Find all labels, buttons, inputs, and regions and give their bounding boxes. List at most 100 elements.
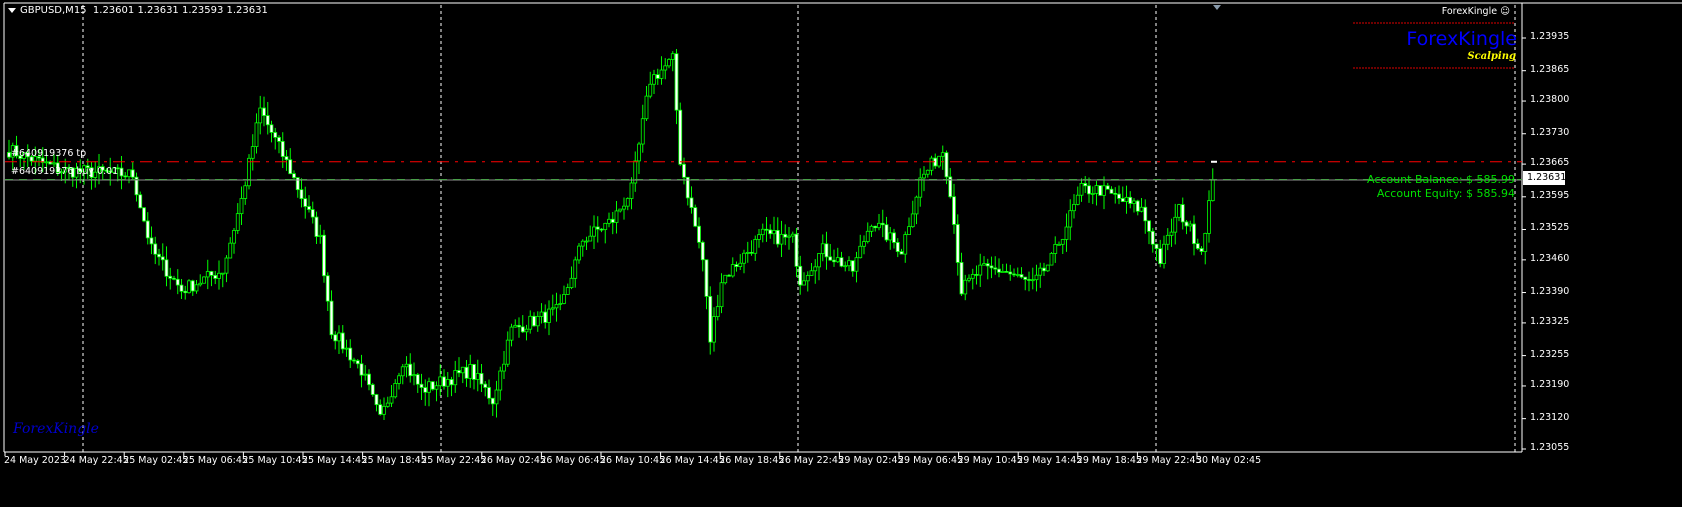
candle-body bbox=[280, 141, 285, 157]
candle-body bbox=[164, 259, 169, 277]
candle-body bbox=[1045, 264, 1050, 272]
candle-body bbox=[895, 242, 900, 252]
candle-body bbox=[903, 234, 908, 255]
candle-body bbox=[993, 267, 998, 270]
candle-body bbox=[1094, 185, 1099, 194]
logo-forexkingle: ForexKingle bbox=[1406, 28, 1517, 50]
candle-body bbox=[393, 383, 398, 398]
candle-body bbox=[697, 225, 701, 243]
candle-body bbox=[325, 275, 330, 302]
candle-body bbox=[599, 228, 604, 231]
candle-body bbox=[205, 271, 210, 278]
candle-body bbox=[179, 284, 184, 292]
candle-body bbox=[468, 364, 473, 379]
candle-body bbox=[119, 167, 124, 177]
candle-body bbox=[250, 146, 255, 159]
candle-body bbox=[955, 224, 960, 263]
candle-body bbox=[337, 332, 341, 342]
candle-body bbox=[700, 241, 705, 261]
candle-body bbox=[1008, 271, 1013, 275]
candle-body bbox=[333, 334, 338, 342]
candle-body bbox=[1113, 192, 1118, 195]
candle-body bbox=[723, 274, 728, 284]
tp-order-label: #640919376 tp bbox=[11, 148, 87, 159]
candle-body bbox=[580, 240, 585, 247]
candle-body bbox=[850, 260, 855, 272]
candle-body bbox=[592, 226, 596, 237]
candle-body bbox=[487, 387, 491, 399]
candle-body bbox=[963, 279, 968, 295]
candle-body bbox=[453, 370, 458, 386]
time-tick-label: 25 May 10:45 bbox=[242, 455, 308, 466]
logo-scalping: Scalping bbox=[1467, 51, 1516, 62]
candle-body bbox=[550, 307, 555, 310]
price-tick-label: 1.23190 bbox=[1530, 378, 1570, 390]
candle-body bbox=[768, 229, 773, 235]
candle-body bbox=[862, 241, 866, 247]
candle-body bbox=[438, 376, 443, 387]
candle-body bbox=[1012, 273, 1016, 276]
candle-body bbox=[854, 257, 859, 272]
candle-body bbox=[498, 370, 503, 391]
time-tick-label: 26 May 18:45 bbox=[719, 455, 785, 466]
candle-body bbox=[985, 263, 990, 267]
candle-body bbox=[1060, 239, 1065, 245]
candle-body bbox=[682, 163, 686, 178]
candle-body bbox=[1203, 232, 1208, 252]
candle-body bbox=[1023, 276, 1028, 280]
time-tick-label: 25 May 06:45 bbox=[182, 455, 248, 466]
account-equity: Account Equity: $ 585.94 bbox=[1376, 187, 1515, 200]
time-tick-label: 26 May 06:45 bbox=[540, 455, 606, 466]
candle-body bbox=[869, 225, 874, 232]
price-tick-label: 1.23120 bbox=[1530, 411, 1570, 423]
candle-body bbox=[918, 177, 923, 198]
candle-body bbox=[569, 277, 574, 288]
candle-body bbox=[858, 245, 863, 259]
candle-body bbox=[528, 315, 533, 330]
candle-body bbox=[940, 152, 945, 157]
time-tick-label: 29 May 06:45 bbox=[898, 455, 964, 466]
candle-body bbox=[183, 290, 188, 294]
candle-body bbox=[457, 370, 461, 374]
candle-body bbox=[198, 282, 203, 286]
candle-body bbox=[464, 366, 469, 379]
candle-body bbox=[558, 303, 563, 305]
candle-body bbox=[374, 394, 379, 406]
candle-body bbox=[247, 157, 251, 187]
candle-body bbox=[1109, 188, 1114, 194]
candle-body bbox=[190, 280, 195, 292]
candle-body bbox=[138, 194, 143, 209]
smiley-icon[interactable]: ☺ bbox=[1500, 6, 1510, 17]
candle-body bbox=[1030, 279, 1035, 282]
candle-body bbox=[502, 363, 506, 372]
candle-body bbox=[944, 152, 949, 178]
dropdown-triangle-icon[interactable] bbox=[8, 7, 16, 13]
candle-body bbox=[952, 196, 956, 225]
candle-body bbox=[618, 208, 623, 212]
candle-body bbox=[907, 226, 911, 235]
candle-body bbox=[644, 95, 649, 120]
price-chart[interactable] bbox=[0, 0, 1682, 507]
candle-body bbox=[224, 257, 229, 274]
price-tick-label: 1.23255 bbox=[1530, 348, 1570, 360]
candle-body bbox=[1042, 267, 1046, 272]
indicator-name: ForexKingle ☺ bbox=[1441, 6, 1510, 17]
price-tick-label: 1.23800 bbox=[1530, 94, 1570, 106]
candle-body bbox=[753, 239, 758, 254]
candle-body bbox=[202, 276, 206, 284]
candle-body bbox=[475, 373, 480, 380]
candle-body bbox=[614, 210, 619, 223]
candle-body bbox=[340, 332, 345, 350]
candle-body bbox=[1147, 220, 1151, 232]
candle-body bbox=[408, 363, 413, 377]
time-tick-label: 24 May 2023 bbox=[4, 455, 66, 466]
candle-body bbox=[727, 274, 731, 277]
candle-body bbox=[1057, 243, 1061, 246]
candle-body bbox=[160, 256, 165, 261]
candle-body bbox=[385, 402, 390, 407]
candle-body bbox=[348, 347, 353, 361]
candle-body bbox=[719, 282, 724, 308]
candle-body bbox=[760, 228, 765, 236]
candle-body bbox=[835, 257, 840, 263]
candle-body bbox=[449, 379, 454, 386]
